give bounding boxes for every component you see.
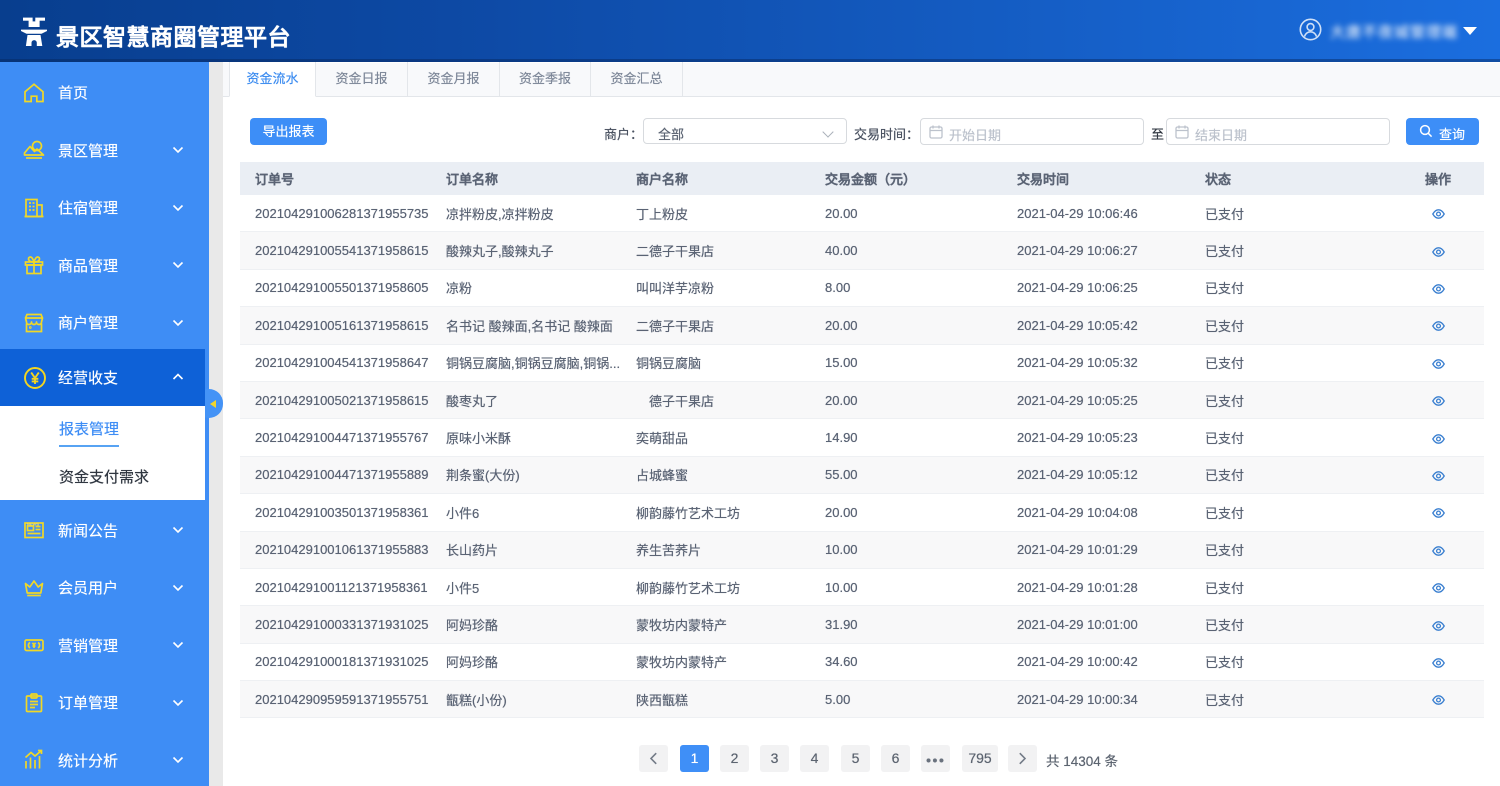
svg-text:NEWS: NEWS [27,522,39,527]
